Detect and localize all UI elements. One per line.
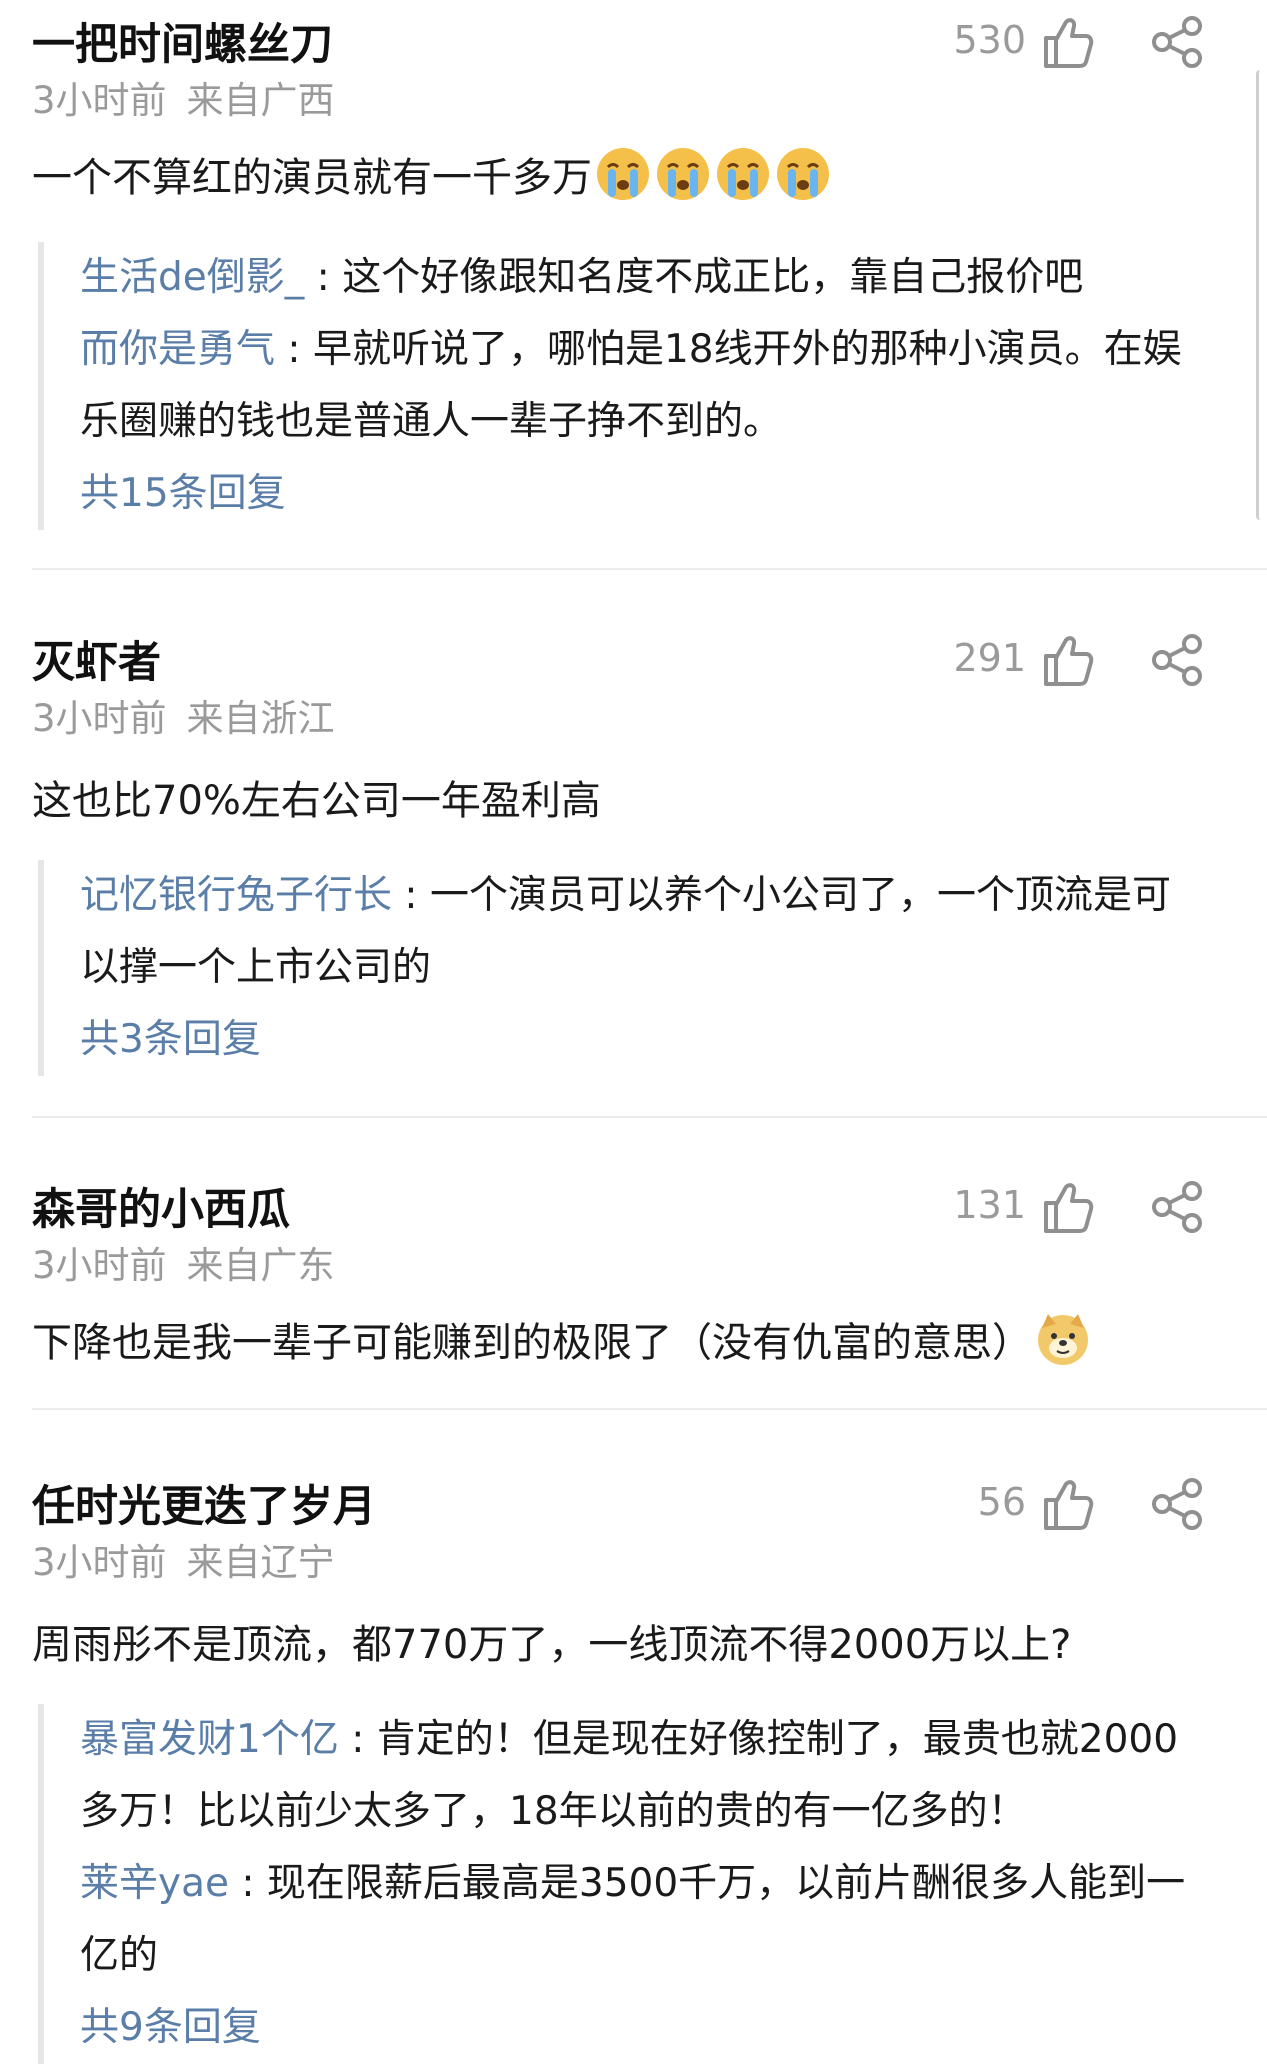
comment-username[interactable]: 一把时间螺丝刀 xyxy=(32,10,333,72)
comment-location: 来自广西 xyxy=(186,79,335,122)
comment-username[interactable]: 任时光更迭了岁月 xyxy=(32,1472,376,1534)
more-replies-link[interactable]: 共3条回复 xyxy=(80,1004,1260,1076)
reply-item: 生活de倒影_ : 这个好像跟知名度不成正比，靠自己报价吧 xyxy=(80,255,1084,300)
reply-username[interactable]: 莱辛yae xyxy=(80,1861,229,1906)
reply-text: 一个演员可以养个小公司了，一个顶流是可 xyxy=(429,873,1171,918)
like-count: 131 xyxy=(953,1183,1026,1227)
comment-time: 3小时前 xyxy=(32,1244,167,1287)
share-icon[interactable] xyxy=(1148,1474,1208,1534)
like-count: 530 xyxy=(953,18,1026,62)
more-replies-link[interactable]: 共15条回复 xyxy=(80,458,1260,530)
reply-text-continued: 亿的 xyxy=(80,1933,159,1978)
reply-item: 莱辛yae : 现在限薪后最高是3500千万，以前片酬很多人能到一 xyxy=(80,1861,1186,1906)
reply-username[interactable]: 暴富发财1个亿 xyxy=(80,1717,339,1762)
comment-meta: 3小时前 来自浙江 xyxy=(32,688,335,742)
comment-time: 3小时前 xyxy=(32,79,167,122)
reply-item: 记忆银行兔子行长 : 一个演员可以养个小公司了，一个顶流是可 xyxy=(80,873,1171,918)
reply-box: 记忆银行兔子行长 : 一个演员可以养个小公司了，一个顶流是可 以撑一个上市公司的… xyxy=(38,860,1260,1076)
thumbs-up-icon[interactable] xyxy=(1036,1177,1096,1237)
reply-username[interactable]: 记忆银行兔子行长 xyxy=(80,873,392,918)
comment-meta: 3小时前 来自广东 xyxy=(32,1235,335,1289)
thumbs-up-icon[interactable] xyxy=(1036,630,1096,690)
more-replies-link[interactable]: 共9条回复 xyxy=(80,1992,1260,2064)
reply-text: 这个好像跟知名度不成正比，靠自己报价吧 xyxy=(342,255,1084,300)
reply-box: 暴富发财1个亿 : 肯定的！但是现在好像控制了，最贵也就2000 多万！比以前少… xyxy=(38,1704,1260,2064)
reply-box: 生活de倒影_ : 这个好像跟知名度不成正比，靠自己报价吧 而你是勇气 : 早就… xyxy=(38,242,1260,530)
comment-location: 来自辽宁 xyxy=(186,1541,335,1584)
comment-location: 来自浙江 xyxy=(186,697,335,740)
comment-text: 这也比70%左右公司一年盈利高 xyxy=(32,778,601,824)
comment-text: 周雨彤不是顶流，都770万了，一线顶流不得2000万以上? xyxy=(32,1622,1072,1668)
divider xyxy=(32,1408,1267,1410)
like-count: 56 xyxy=(977,1480,1026,1524)
reply-text: 现在限薪后最高是3500千万，以前片酬很多人能到一 xyxy=(266,1861,1186,1906)
like-count: 291 xyxy=(953,636,1026,680)
scrollbar[interactable] xyxy=(1256,70,1267,520)
comment-text: 一个不算红的演员就有一千多万 xyxy=(32,155,592,201)
reply-item: 暴富发财1个亿 : 肯定的！但是现在好像控制了，最贵也就2000 xyxy=(80,1717,1179,1762)
comment-time: 3小时前 xyxy=(32,1541,167,1584)
share-icon[interactable] xyxy=(1148,630,1208,690)
reply-username[interactable]: 生活de倒影_ xyxy=(80,255,304,300)
divider xyxy=(32,568,1267,570)
comment-meta: 3小时前 来自广西 xyxy=(32,70,335,124)
reply-text: 早就听说了，哪怕是18线开外的那种小演员。在娱 xyxy=(312,327,1182,372)
reply-username[interactable]: 而你是勇气 xyxy=(80,327,275,372)
comment-time: 3小时前 xyxy=(32,697,167,740)
reply-text-continued: 多万！比以前少太多了，18年以前的贵的有一亿多的！ xyxy=(80,1789,1027,1834)
comment-body: 这也比70%左右公司一年盈利高 xyxy=(32,768,601,826)
reply-text-continued: 以撑一个上市公司的 xyxy=(80,945,432,990)
doge-emoji-icon xyxy=(1034,1310,1092,1368)
share-icon[interactable] xyxy=(1148,12,1208,72)
divider xyxy=(32,1116,1267,1118)
reply-text: 肯定的！但是现在好像控制了，最贵也就2000 xyxy=(376,1717,1179,1762)
thumbs-up-icon[interactable] xyxy=(1036,1474,1096,1534)
crying-emoji-icon xyxy=(714,145,772,203)
comment-meta: 3小时前 来自辽宁 xyxy=(32,1532,335,1586)
comment-username[interactable]: 森哥的小西瓜 xyxy=(32,1175,290,1237)
reply-text-continued: 乐圈赚的钱也是普通人一辈子挣不到的。 xyxy=(80,399,783,444)
thumbs-up-icon[interactable] xyxy=(1036,12,1096,72)
reply-item: 而你是勇气 : 早就听说了，哪怕是18线开外的那种小演员。在娱 xyxy=(80,327,1182,372)
comment-body: 周雨彤不是顶流，都770万了，一线顶流不得2000万以上? xyxy=(32,1612,1071,1670)
crying-emoji-icon xyxy=(594,145,652,203)
comment-body: 一个不算红的演员就有一千多万 xyxy=(32,145,832,203)
share-icon[interactable] xyxy=(1148,1177,1208,1237)
comment-username[interactable]: 灭虾者 xyxy=(32,628,161,690)
comment-text: 下降也是我一辈子可能赚到的极限了（没有仇富的意思） xyxy=(32,1320,1032,1366)
comment-body: 下降也是我一辈子可能赚到的极限了（没有仇富的意思） xyxy=(32,1310,1092,1368)
comment-location: 来自广东 xyxy=(186,1244,335,1287)
crying-emoji-icon xyxy=(774,145,832,203)
crying-emoji-icon xyxy=(654,145,712,203)
